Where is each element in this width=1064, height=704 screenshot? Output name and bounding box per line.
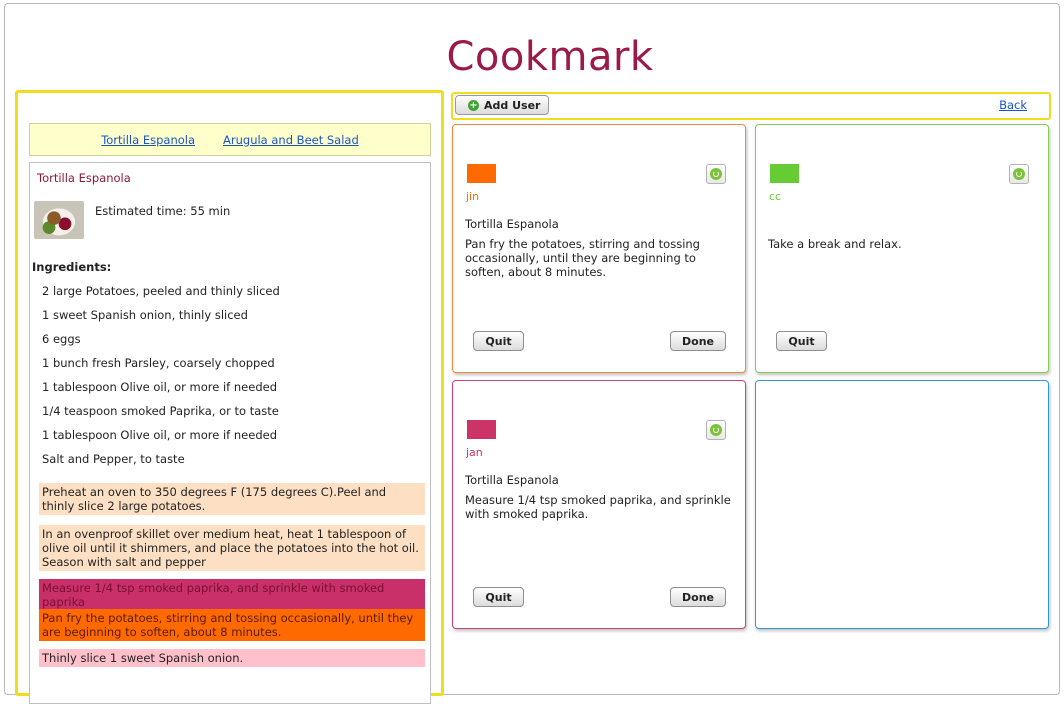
card-user-name: cc — [769, 190, 782, 203]
add-user-button[interactable]: + Add User — [455, 95, 549, 115]
quit-button[interactable]: Quit — [473, 331, 524, 351]
quit-button[interactable]: Quit — [473, 587, 524, 607]
recipe-detail: Tortilla Espanola Estimated time: 55 min… — [29, 162, 431, 704]
card-user-name: jan — [466, 446, 483, 459]
card-step-text: Take a break and relax. — [768, 237, 902, 251]
ingredients-heading: Ingredients: — [32, 260, 112, 274]
refresh-button[interactable] — [706, 420, 726, 440]
user-color-swatch — [770, 164, 799, 183]
ingredient-item: Salt and Pepper, to taste — [42, 452, 185, 466]
recipe-step: Thinly slice 1 sweet Spanish onion. — [39, 649, 425, 667]
recipe-photo — [34, 201, 84, 239]
ingredient-item: 1 bunch fresh Parsley, coarsely chopped — [42, 356, 275, 370]
recipe-step: In an ovenproof skillet over medium heat… — [39, 525, 425, 571]
recipe-step: Measure 1/4 tsp smoked paprika, and spri… — [39, 579, 425, 611]
recipe-step: Pan fry the potatoes, stirring and tossi… — [39, 609, 425, 641]
ingredient-item: 1/4 teaspoon smoked Paprika, or to taste — [42, 404, 279, 418]
card-user-name: jin — [466, 190, 480, 203]
card-step-text: Measure 1/4 tsp smoked paprika, and spri… — [465, 493, 731, 521]
ingredient-item: 1 sweet Spanish onion, thinly sliced — [42, 308, 248, 322]
recipe-step: Preheat an oven to 350 degrees F (175 de… — [39, 483, 425, 515]
card-step-text: Pan fry the potatoes, stirring and tossi… — [465, 237, 700, 279]
recipe-tab-salad[interactable]: Arugula and Beet Salad — [223, 133, 359, 147]
card-recipe-name: Tortilla Espanola — [465, 473, 559, 487]
user-color-swatch — [467, 164, 496, 183]
toolbar: + Add User Back — [451, 92, 1051, 120]
add-user-label: Add User — [484, 98, 541, 112]
user-card-cc: cc Take a break and relax. Quit — [755, 124, 1049, 373]
recipe-tabs: Tortilla Espanola Arugula and Beet Salad — [29, 123, 431, 156]
quit-button[interactable]: Quit — [776, 331, 827, 351]
recipe-title: Tortilla Espanola — [37, 171, 131, 185]
ingredient-item: 2 large Potatoes, peeled and thinly slic… — [42, 284, 280, 298]
refresh-icon — [1013, 168, 1025, 180]
refresh-button[interactable] — [1009, 164, 1029, 184]
ingredient-item: 1 tablespoon Olive oil, or more if neede… — [42, 380, 277, 394]
ingredient-item: 6 eggs — [42, 332, 81, 346]
plus-icon: + — [468, 99, 479, 111]
refresh-icon — [710, 168, 722, 180]
refresh-button[interactable] — [706, 164, 726, 184]
user-color-swatch — [467, 420, 496, 439]
user-card-jin: jin Tortilla Espanola Pan fry the potato… — [452, 124, 746, 373]
user-card-jan: jan Tortilla Espanola Measure 1/4 tsp sm… — [452, 380, 746, 629]
done-button[interactable]: Done — [670, 587, 726, 607]
app-title: Cookmark — [446, 34, 654, 80]
refresh-icon — [710, 424, 722, 436]
recipe-tab-tortilla[interactable]: Tortilla Espanola — [101, 133, 195, 147]
card-recipe-name: Tortilla Espanola — [465, 217, 559, 231]
ingredient-item: 1 tablespoon Olive oil, or more if neede… — [42, 428, 277, 442]
back-link[interactable]: Back — [999, 98, 1027, 112]
done-button[interactable]: Done — [670, 331, 726, 351]
recipe-panel: Tortilla Espanola Arugula and Beet Salad… — [15, 90, 444, 704]
estimated-time: Estimated time: 55 min — [95, 204, 231, 218]
ingredients-list: 2 large Potatoes, peeled and thinly slic… — [42, 284, 280, 476]
empty-user-slot — [755, 380, 1049, 629]
